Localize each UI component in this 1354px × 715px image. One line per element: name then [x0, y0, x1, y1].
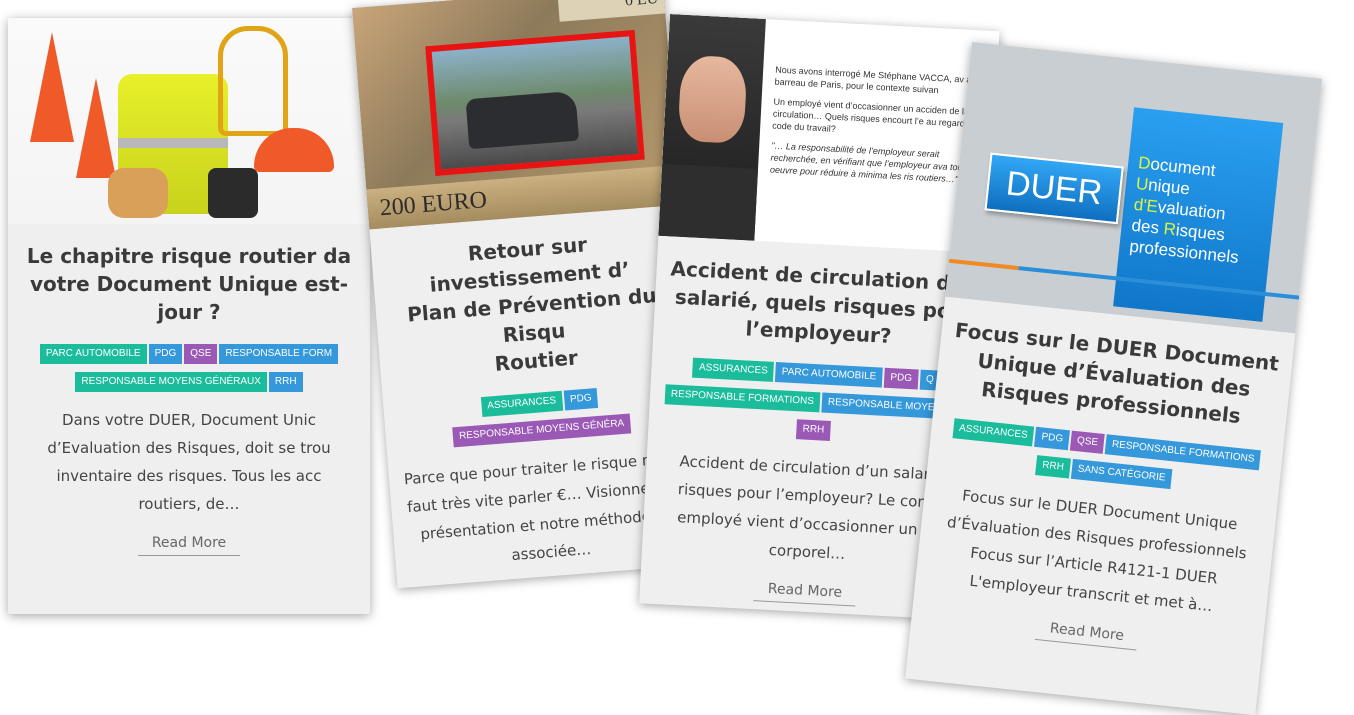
tag[interactable]: RESPONSABLE MOYENS GÉNÉRAUX: [75, 372, 267, 392]
tag[interactable]: PDG: [563, 387, 599, 411]
banknote-corner: 0 EU: [557, 0, 666, 22]
tag[interactable]: ASSURANCES: [952, 418, 1035, 447]
duer-logo-image[interactable]: Document Unique d'Evaluation des Risques…: [945, 42, 1323, 334]
duer-acronym-box: Document Unique d'Evaluation des Risques…: [1113, 107, 1284, 322]
harness-icon: [218, 26, 288, 136]
article-excerpt: Dans votre DUER, Document Unic d’Evaluat…: [20, 406, 358, 518]
tag[interactable]: ASSURANCES: [480, 390, 563, 418]
title-line[interactable]: Le chapitre risque routier da: [20, 242, 358, 270]
read-more-button[interactable]: Read More: [137, 535, 241, 556]
article-title[interactable]: Accident de circulation d’u salarié, que…: [665, 254, 975, 354]
portrait-photo: [658, 14, 766, 241]
duer-badge: DUER: [984, 152, 1124, 225]
tag[interactable]: RESPONSABLE FORMATIONS: [664, 384, 821, 413]
tag[interactable]: PDG: [148, 344, 183, 364]
tag[interactable]: PDG: [883, 367, 919, 390]
tag[interactable]: RRH: [796, 419, 831, 441]
money-car-crash-image[interactable]: 0 EU 200 EURO: [352, 0, 681, 230]
title-line[interactable]: jour ?: [20, 298, 358, 326]
traffic-cone-icon: [76, 78, 116, 178]
tag[interactable]: QSE: [1069, 430, 1105, 454]
read-more-button[interactable]: Read More: [753, 580, 857, 607]
excerpt-line: routiers, de…: [138, 495, 240, 513]
face-icon: [677, 54, 748, 145]
reflective-stripe: [118, 138, 228, 148]
excerpt-line: d’Evaluation des Risques, doit se trou: [47, 439, 331, 457]
tag-list: ASSURANCES PDGRESPONSABLE MOYENS GÉNÉRA: [395, 375, 687, 453]
article-excerpt: Focus sur le DUER Document Unique d’Éval…: [926, 479, 1264, 625]
tag[interactable]: PDG: [1034, 426, 1071, 451]
tag[interactable]: RESPONSABLE FORM: [219, 344, 339, 364]
tag[interactable]: PARC AUTOMOBILE: [775, 362, 883, 388]
read-more-button[interactable]: Read More: [502, 578, 607, 589]
accent-bar: [948, 258, 1019, 271]
lawyer-portrait-image[interactable]: Nous avons interrogé Me Stéphane VACCA, …: [658, 14, 1000, 253]
quote-paragraph: Nous avons interrogé Me Stéphane VACCA, …: [774, 64, 977, 96]
car-icon: [465, 90, 580, 150]
article-title[interactable]: Retour sur investissement d’ Plan de Pré…: [383, 224, 681, 386]
tag[interactable]: RRH: [268, 372, 303, 392]
title-line[interactable]: votre Document Unique est-: [20, 270, 358, 298]
article-card-4[interactable]: Document Unique d'Evaluation des Risques…: [905, 42, 1323, 715]
excerpt-line: Dans votre DUER, Document Unic: [62, 411, 316, 429]
boot-icon: [208, 168, 258, 218]
article-card-1[interactable]: Le chapitre risque routier da votre Docu…: [8, 18, 370, 614]
article-title[interactable]: Le chapitre risque routier da votre Docu…: [20, 242, 358, 326]
quote-paragraph: Un employé vient d’occasionner un accide…: [772, 96, 978, 134]
suit-icon: [658, 163, 759, 241]
tag[interactable]: RESPONSABLE MOYENS GÉNÉRA: [452, 413, 632, 448]
tag[interactable]: ASSURANCES: [692, 357, 775, 382]
quote-paragraph: "… La responsabilité de l’employeur sera…: [769, 140, 978, 185]
tag[interactable]: RRH: [1035, 455, 1071, 479]
tag-list: ASSURANCES PARC AUTOMOBILE PDG Q RESPONSABL…: [660, 350, 970, 450]
glove-icon: [108, 168, 168, 218]
tag[interactable]: SANS CATÉGORIE: [1070, 458, 1173, 490]
read-more-button[interactable]: Read More: [1034, 618, 1139, 651]
traffic-cone-icon: [30, 32, 74, 142]
car-crash-photo: [425, 29, 645, 176]
tag[interactable]: PARC AUTOMOBILE: [39, 344, 147, 364]
excerpt-line: inventaire des risques. Tous les acc: [56, 467, 322, 485]
tag[interactable]: QSE: [184, 344, 218, 364]
tag-list: PARC AUTOMOBILE PDG QSE RESPONSABLE FORM RE…: [20, 338, 358, 394]
safety-equipment-image[interactable]: [8, 18, 370, 224]
